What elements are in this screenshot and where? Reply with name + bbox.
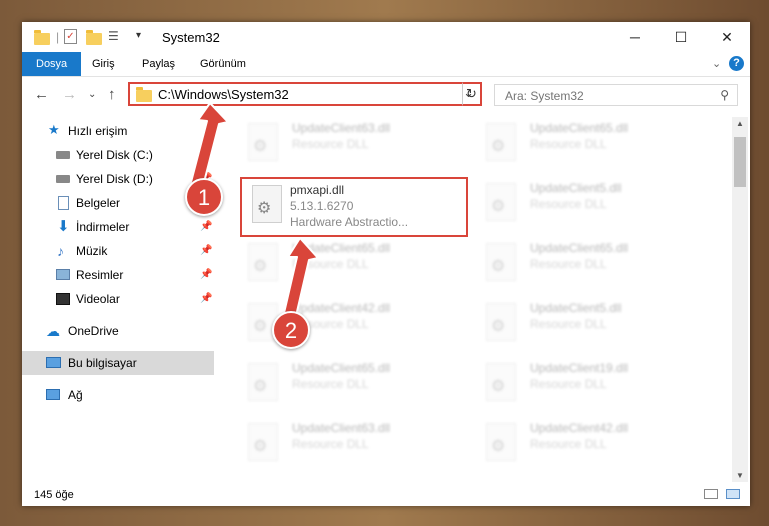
annotation-badge-1: 1 [185, 178, 223, 216]
annotation-badge-2: 2 [272, 311, 310, 349]
arrow-to-selected-file [283, 237, 319, 317]
annotation-arrows [189, 102, 319, 317]
arrow-to-address-bar [189, 102, 229, 191]
